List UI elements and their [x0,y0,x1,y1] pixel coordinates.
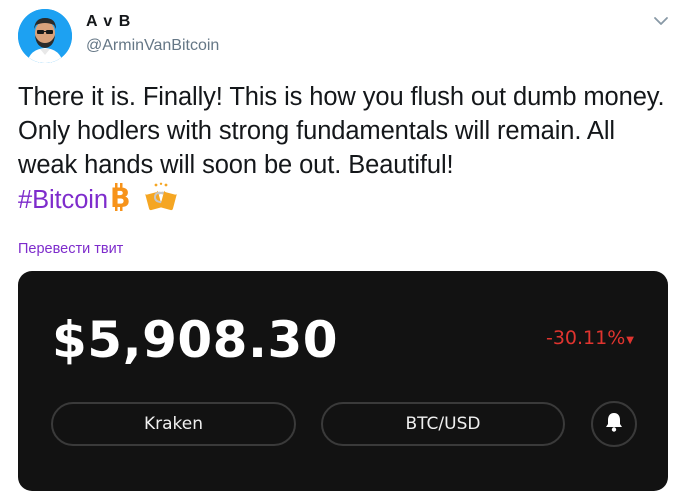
chevron-down-icon[interactable] [652,12,670,30]
author-name[interactable]: A v B [86,13,131,31]
hashtag-link[interactable]: #Bitcoin [18,186,108,214]
bitcoin-emoji-icon: B [110,183,132,220]
author-handle[interactable]: @ArminVanBitcoin [86,37,219,55]
bell-icon [604,411,624,438]
price-change: -30.11%▼ [546,327,634,349]
tweet-text: There it is. Finally! This is how you fl… [18,80,668,223]
tweet-body: There it is. Finally! This is how you fl… [18,83,665,179]
exchange-label: Kraken [143,414,204,434]
alert-button[interactable] [591,401,637,447]
avatar[interactable] [18,9,72,63]
price-value: $5,908.30 [52,311,339,369]
translate-tweet-link[interactable]: Перевести твит [18,241,123,257]
down-triangle-icon: ▼ [626,335,634,346]
price-card-image[interactable]: $5,908.30 -30.11%▼ Kraken BTC/USD [18,271,668,491]
exchange-button[interactable]: Kraken [51,402,296,446]
clinking-beer-mugs-emoji-icon [144,182,178,223]
price-change-value: -30.11% [545,327,626,349]
pair-button[interactable]: BTC/USD [321,402,565,446]
pair-label: BTC/USD [405,414,481,434]
avatar-image [18,9,72,63]
